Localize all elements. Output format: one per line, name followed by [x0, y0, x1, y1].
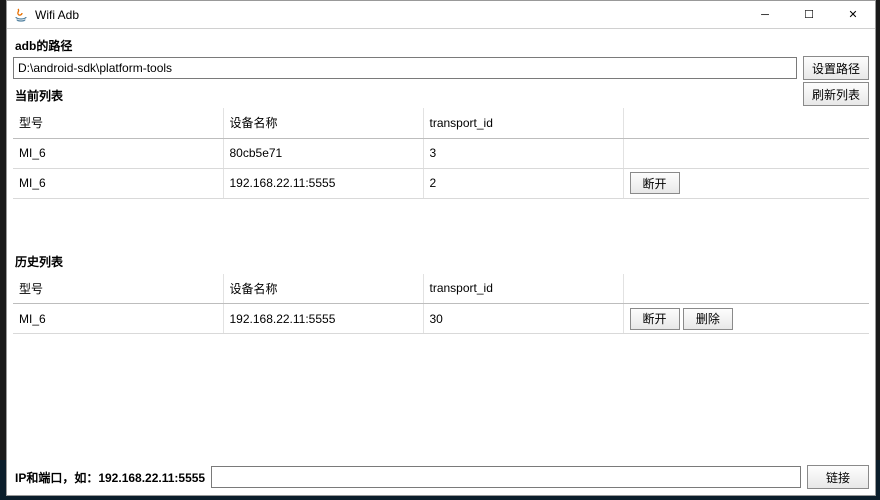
- cell-model: MI_6: [13, 304, 223, 334]
- current-list-label: 当前列表: [13, 83, 63, 106]
- minimize-button[interactable]: ─: [743, 1, 787, 29]
- col-transport-id: transport_id: [423, 274, 623, 304]
- close-button[interactable]: ✕: [831, 1, 875, 29]
- adb-path-input[interactable]: [13, 57, 797, 79]
- table-row: MI_6 192.168.22.11:5555 30 断开 删除: [13, 304, 869, 334]
- cell-name: 192.168.22.11:5555: [223, 168, 423, 198]
- app-window: Wifi Adb ─ ☐ ✕ adb的路径 设置路径 当前列表 刷新列表 型号 …: [6, 0, 876, 496]
- cell-name: 80cb5e71: [223, 138, 423, 168]
- ip-port-label: IP和端口，如：192.168.22.11:5555: [13, 469, 205, 486]
- cell-model: MI_6: [13, 168, 223, 198]
- titlebar: Wifi Adb ─ ☐ ✕: [7, 1, 875, 29]
- cell-action: 断开: [623, 168, 869, 198]
- disconnect-button[interactable]: 断开: [630, 308, 680, 330]
- cell-action: [623, 138, 869, 168]
- col-name: 设备名称: [223, 274, 423, 304]
- table-header-row: 型号 设备名称 transport_id: [13, 108, 869, 138]
- current-table: 型号 设备名称 transport_id MI_6 80cb5e71 3 MI_…: [13, 108, 869, 199]
- content: adb的路径 设置路径 当前列表 刷新列表 型号 设备名称 transport_…: [7, 29, 875, 495]
- cell-tid: 30: [423, 304, 623, 334]
- table-header-row: 型号 设备名称 transport_id: [13, 274, 869, 304]
- ip-port-input[interactable]: [211, 466, 801, 488]
- history-list-label: 历史列表: [13, 249, 869, 272]
- window-title: Wifi Adb: [35, 8, 79, 22]
- col-name: 设备名称: [223, 108, 423, 138]
- cell-model: MI_6: [13, 138, 223, 168]
- col-action: [623, 108, 869, 138]
- disconnect-button[interactable]: 断开: [630, 172, 680, 194]
- cell-tid: 3: [423, 138, 623, 168]
- table-row: MI_6 80cb5e71 3: [13, 138, 869, 168]
- java-icon: [13, 7, 29, 23]
- col-transport-id: transport_id: [423, 108, 623, 138]
- table-row: MI_6 192.168.22.11:5555 2 断开: [13, 168, 869, 198]
- col-action: [623, 274, 869, 304]
- cell-action: 断开 删除: [623, 304, 869, 334]
- connect-button[interactable]: 链接: [807, 465, 869, 489]
- history-table: 型号 设备名称 transport_id MI_6 192.168.22.11:…: [13, 274, 869, 335]
- col-model: 型号: [13, 108, 223, 138]
- maximize-button[interactable]: ☐: [787, 1, 831, 29]
- delete-button[interactable]: 删除: [683, 308, 733, 330]
- cell-name: 192.168.22.11:5555: [223, 304, 423, 334]
- col-model: 型号: [13, 274, 223, 304]
- refresh-list-button[interactable]: 刷新列表: [803, 82, 869, 106]
- set-path-button[interactable]: 设置路径: [803, 56, 869, 80]
- cell-tid: 2: [423, 168, 623, 198]
- adb-path-label: adb的路径: [13, 33, 869, 56]
